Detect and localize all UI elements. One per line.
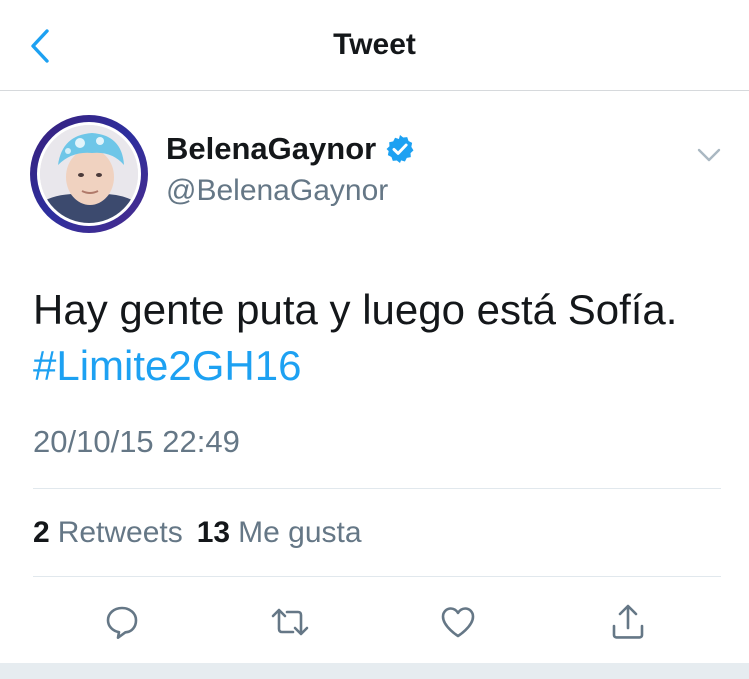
retweet-button[interactable] bbox=[266, 598, 314, 646]
divider bbox=[33, 488, 721, 489]
heart-icon bbox=[441, 607, 475, 638]
avatar-photo bbox=[40, 125, 138, 223]
reply-icon bbox=[106, 606, 138, 639]
verified-badge-icon bbox=[384, 133, 416, 165]
page-title: Tweet bbox=[333, 28, 416, 61]
share-button[interactable] bbox=[604, 598, 652, 646]
likes-stat[interactable]: 13 Me gusta bbox=[197, 514, 362, 552]
share-icon bbox=[612, 604, 644, 639]
retweets-label: Retweets bbox=[57, 516, 183, 549]
retweets-stat[interactable]: 2 Retweets bbox=[33, 514, 183, 552]
tweet-stats: 2 Retweets 13 Me gusta bbox=[33, 514, 376, 552]
tweet-body: Hay gente puta y luego está Sofía. bbox=[33, 286, 678, 333]
likes-count: 13 bbox=[196, 516, 231, 549]
bottom-separator bbox=[0, 663, 749, 679]
author-name-row[interactable]: BelenaGaynor bbox=[166, 130, 416, 168]
retweets-count: 2 bbox=[33, 516, 50, 549]
more-options-button[interactable] bbox=[694, 140, 724, 170]
display-name: BelenaGaynor bbox=[166, 131, 377, 166]
retweet-icon bbox=[271, 608, 309, 636]
navigation-bar: Tweet bbox=[0, 0, 749, 91]
like-button[interactable] bbox=[434, 598, 482, 646]
tweet-text: Hay gente puta y luego está Sofía. #Limi… bbox=[33, 282, 733, 394]
reply-button[interactable] bbox=[98, 598, 146, 646]
divider bbox=[33, 576, 721, 577]
tweet-timestamp: 20/10/15 22:49 bbox=[33, 424, 240, 459]
likes-label: Me gusta bbox=[238, 516, 362, 549]
author-handle[interactable]: @BelenaGaynor bbox=[166, 172, 388, 210]
chevron-down-icon bbox=[697, 148, 721, 162]
tweet-actions bbox=[0, 598, 749, 646]
avatar[interactable] bbox=[30, 115, 148, 233]
hashtag-link[interactable]: #Limite2GH16 bbox=[33, 342, 301, 389]
